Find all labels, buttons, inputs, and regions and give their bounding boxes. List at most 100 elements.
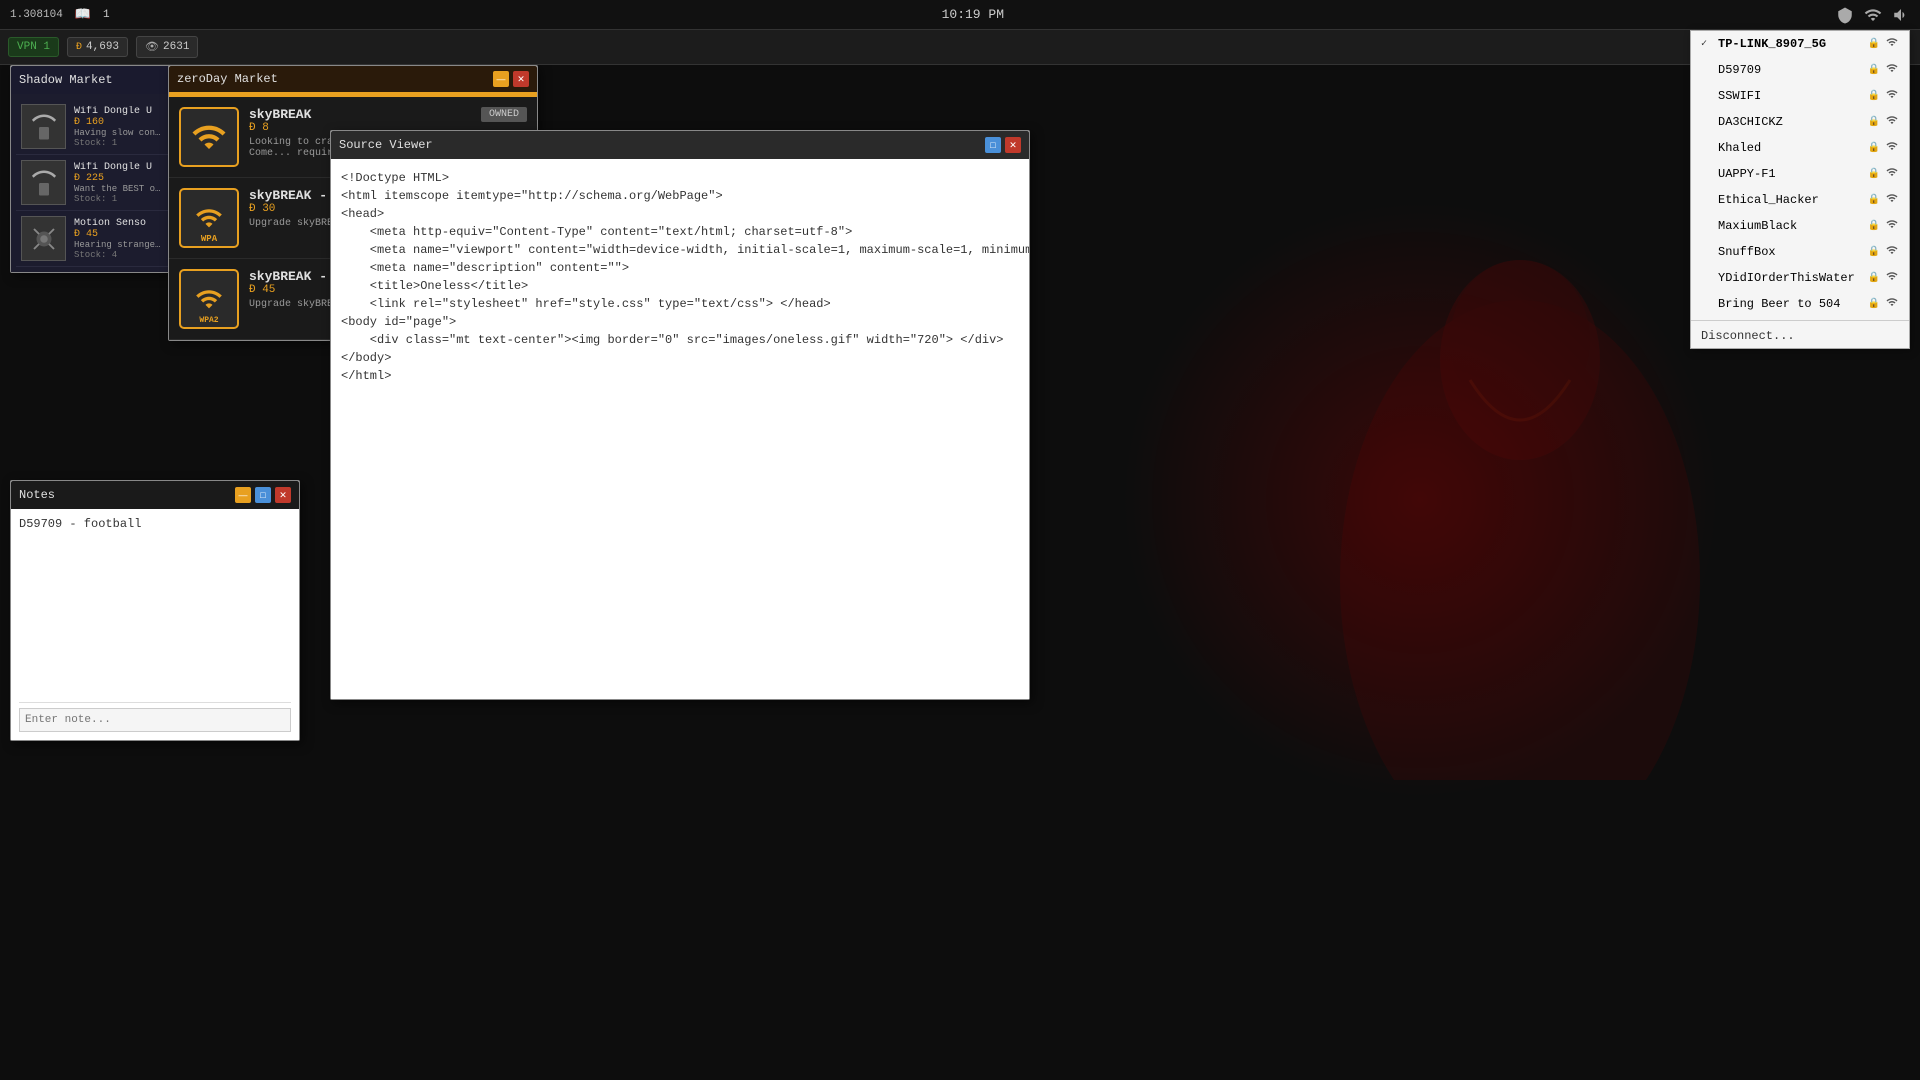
- currency1-value: 4,693: [86, 41, 119, 53]
- signal-strength-icon: [1885, 36, 1899, 52]
- wifi-network-item[interactable]: SnuffBox 🔒: [1691, 239, 1909, 265]
- item-price: Ð 160: [74, 117, 164, 128]
- source-line: <link rel="stylesheet" href="style.css" …: [341, 295, 1019, 313]
- wifi-network-name: DA3CHICKZ: [1718, 115, 1863, 129]
- item-info: Motion Senso Ð 45 Hearing strange no... …: [74, 218, 164, 260]
- wifi-network-item[interactable]: MaxiumBlack 🔒: [1691, 213, 1909, 239]
- vpn-label: VPN 1: [17, 41, 50, 53]
- system-bar-left: 1.308104 📖 1: [10, 7, 110, 22]
- maximize-button[interactable]: □: [985, 137, 1001, 153]
- zeroday-item-icon: WPA2: [179, 269, 239, 329]
- source-line: <head>: [341, 205, 1019, 223]
- source-line: <body id="page">: [341, 313, 1019, 331]
- skybreak-wpa2-icon: [193, 285, 225, 313]
- signal-strength-icon: [1885, 62, 1899, 78]
- wifi-network-item[interactable]: Bring Beer to 504 🔒: [1691, 291, 1909, 317]
- notes-divider: [19, 702, 291, 703]
- wifi-check-icon: ✓: [1701, 38, 1713, 50]
- close-button[interactable]: ✕: [1005, 137, 1021, 153]
- lock-icon: 🔒: [1868, 38, 1880, 50]
- signal-strength-icon: [1885, 192, 1899, 208]
- owned-badge: OWNED: [481, 107, 527, 122]
- wifi-network-name: MaxiumBlack: [1718, 219, 1863, 233]
- item-desc: Having slow conne...: [74, 128, 164, 138]
- market-item[interactable]: Wifi Dongle U Ð 225 Want the BEST of t..…: [16, 155, 169, 211]
- system-bar-right: [1836, 6, 1910, 24]
- signal-strength-icon: [1885, 88, 1899, 104]
- lock-icon: 🔒: [1868, 246, 1880, 258]
- lock-icon: 🔒: [1868, 64, 1880, 76]
- currency2-value: 2631: [163, 41, 189, 53]
- source-line: <meta http-equiv="Content-Type" content=…: [341, 223, 1019, 241]
- wifi-network-name: UAPPY-F1: [1718, 167, 1863, 181]
- shadow-market-window: Shadow Market Wifi Dongle U Ð 160 Having…: [10, 65, 175, 273]
- lock-icon: 🔒: [1868, 194, 1880, 206]
- signal-strength-icon: [1885, 218, 1899, 234]
- item-image: [21, 104, 66, 149]
- wifi-dongle-icon: [29, 112, 59, 142]
- source-line: <!Doctype HTML>: [341, 169, 1019, 187]
- motion-sensor-icon: [29, 224, 59, 254]
- wifi-dropdown: ✓TP-LINK_8907_5G🔒D59709🔒SSWIFI🔒DA3CHICKZ…: [1690, 30, 1910, 349]
- wifi-network-name: D59709: [1718, 63, 1863, 77]
- item-stock: Stock: 1: [74, 138, 164, 148]
- source-line: <title>Oneless</title>: [341, 277, 1019, 295]
- item-stock: Stock: 4: [74, 250, 164, 260]
- item-image: [21, 160, 66, 205]
- wifi-network-item[interactable]: Khaled🔒: [1691, 135, 1909, 161]
- source-viewer-title: Source Viewer: [339, 138, 433, 152]
- item-price: Ð 45: [74, 229, 164, 240]
- close-button[interactable]: ✕: [513, 71, 529, 87]
- wifi-network-name: Bring Beer to 504: [1718, 297, 1863, 311]
- shadow-market-title: Shadow Market: [19, 73, 113, 87]
- volume-icon[interactable]: [1892, 6, 1910, 24]
- item-name: Wifi Dongle U: [74, 106, 164, 117]
- notes-minimize-button[interactable]: —: [235, 487, 251, 503]
- wifi-network-item[interactable]: SSWIFI🔒: [1691, 83, 1909, 109]
- source-viewer-content[interactable]: <!Doctype HTML><html itemscope itemtype=…: [331, 159, 1029, 699]
- book-count: 1: [103, 9, 110, 21]
- wifi-network-item[interactable]: DA3CHICKZ🔒: [1691, 109, 1909, 135]
- wifi-network-item[interactable]: Ethical_Hacker🔒: [1691, 187, 1909, 213]
- shadow-market-content: Wifi Dongle U Ð 160 Having slow conne...…: [11, 94, 174, 272]
- wifi-network-item[interactable]: UAPPY-F1 🔒: [1691, 161, 1909, 187]
- item-info: Wifi Dongle U Ð 225 Want the BEST of t..…: [74, 162, 164, 204]
- lock-icon: 🔒: [1868, 298, 1880, 310]
- zeroday-item-name: skyBREAK: [249, 107, 311, 122]
- signal-strength-icon: [1885, 166, 1899, 182]
- notes-maximize-button[interactable]: □: [255, 487, 271, 503]
- source-line: <html itemscope itemtype="http://schema.…: [341, 187, 1019, 205]
- item-info: Wifi Dongle U Ð 160 Having slow conne...…: [74, 106, 164, 148]
- minimize-button[interactable]: —: [493, 71, 509, 87]
- source-line: <meta name="viewport" content="width=dev…: [341, 241, 1019, 259]
- currency2-display: 👁 2631: [136, 36, 198, 58]
- item-image: [21, 216, 66, 261]
- shield-icon: [1836, 6, 1854, 24]
- wifi-network-item[interactable]: D59709 🔒: [1691, 57, 1909, 83]
- notes-close-button[interactable]: ✕: [275, 487, 291, 503]
- source-line: </body>: [341, 349, 1019, 367]
- source-viewer-controls: □ ✕: [985, 137, 1021, 153]
- wifi-divider: [1691, 320, 1909, 321]
- disconnect-button[interactable]: Disconnect...: [1691, 324, 1909, 348]
- signal-strength-icon: [1885, 270, 1899, 286]
- zeroday-item-icon: WPA: [179, 188, 239, 248]
- notes-titlebar: Notes — □ ✕: [11, 481, 299, 509]
- signal-strength-icon: [1885, 114, 1899, 130]
- market-item[interactable]: Motion Senso Ð 45 Hearing strange no... …: [16, 211, 169, 267]
- zeroday-item-icon: [179, 107, 239, 167]
- lock-icon: 🔒: [1868, 220, 1880, 232]
- wifi-network-name: YDidIOrderThisWater: [1718, 271, 1863, 285]
- wifi-network-item[interactable]: ✓ TP-LINK_8907_5G 🔒: [1691, 31, 1909, 57]
- source-line: <meta name="description" content="">: [341, 259, 1019, 277]
- market-item[interactable]: Wifi Dongle U Ð 160 Having slow conne...…: [16, 99, 169, 155]
- shadow-market-titlebar: Shadow Market: [11, 66, 174, 94]
- wifi-network-name: TP-LINK_8907_5G: [1718, 37, 1863, 51]
- notes-controls: — □ ✕: [235, 487, 291, 503]
- signal-icon: [1864, 6, 1882, 24]
- vpn-indicator[interactable]: VPN 1: [8, 37, 59, 57]
- notes-input[interactable]: [19, 708, 291, 732]
- wifi-network-item[interactable]: YDidIOrderThisWater🔒: [1691, 265, 1909, 291]
- wifi-network-name: SnuffBox: [1718, 245, 1863, 259]
- lock-icon: 🔒: [1868, 168, 1880, 180]
